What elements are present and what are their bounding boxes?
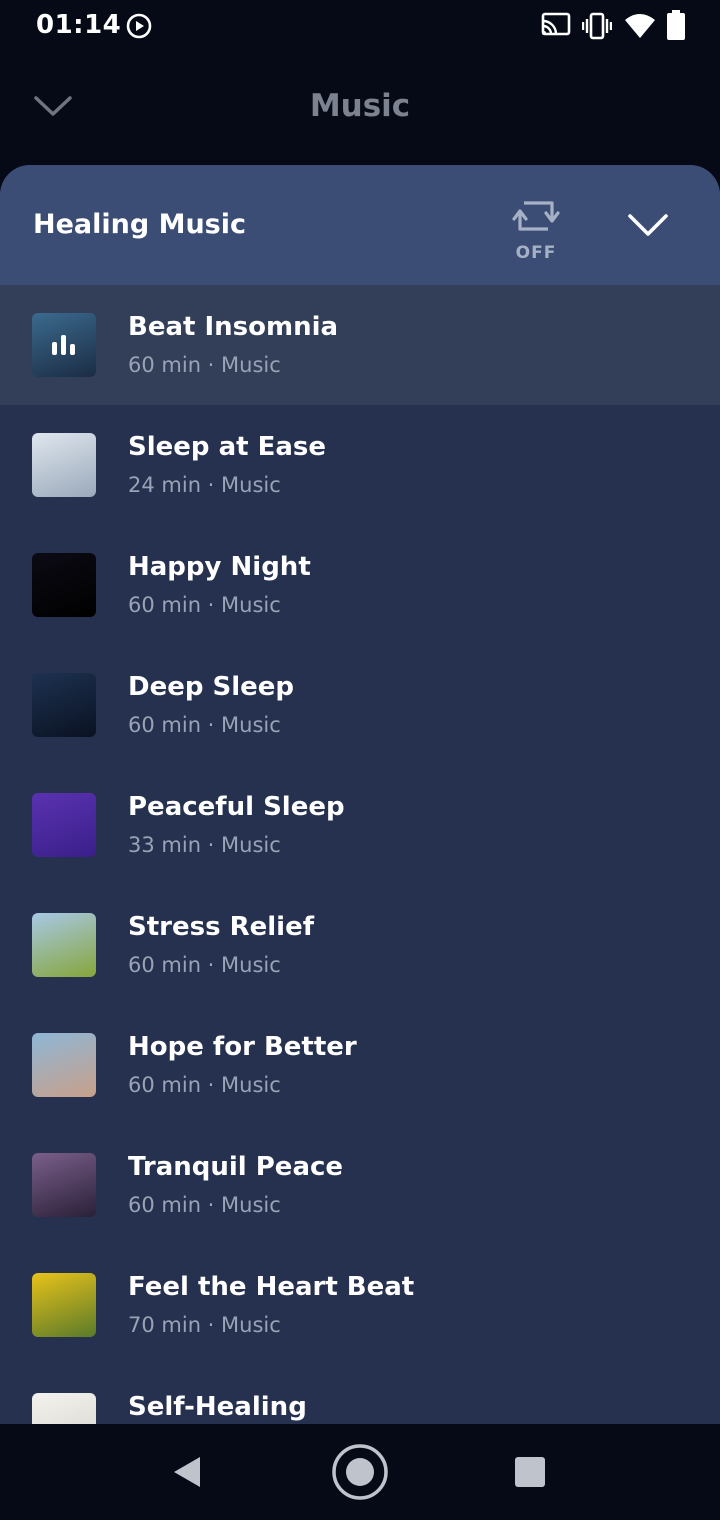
- track-row[interactable]: Hope for Better 60 min · Music: [0, 1005, 720, 1125]
- track-meta: 24 min · Music: [128, 473, 281, 497]
- top-header: Music: [0, 54, 720, 164]
- track-row[interactable]: Stress Relief 60 min · Music: [0, 885, 720, 1005]
- back-triangle-icon[interactable]: [170, 1454, 206, 1490]
- track-list: Beat Insomnia 60 min · Music Sleep at Ease…: [0, 285, 720, 1425]
- track-thumbnail: [32, 553, 96, 617]
- track-meta: 60 min · Music: [128, 353, 281, 377]
- equalizer-icon: [52, 335, 75, 355]
- track-meta: 60 min · Music: [128, 1193, 281, 1217]
- track-meta: 60 min · Music: [128, 713, 281, 737]
- track-meta: 60 min · Music: [128, 1073, 281, 1097]
- track-title: Hope for Better: [128, 1032, 357, 1062]
- track-meta: 60 min · Music: [128, 953, 281, 977]
- track-thumbnail: [32, 313, 96, 377]
- chevron-down-icon[interactable]: [624, 207, 672, 243]
- playlist-title: Healing Music: [33, 209, 247, 240]
- battery-icon: [667, 10, 685, 40]
- playlist-header: Healing Music OFF: [0, 165, 720, 285]
- track-title: Stress Relief: [128, 912, 315, 942]
- track-row[interactable]: Peaceful Sleep 33 min · Music: [0, 765, 720, 885]
- track-row[interactable]: Happy Night 60 min · Music: [0, 525, 720, 645]
- track-meta: 60 min · Music: [128, 593, 281, 617]
- track-thumbnail: [32, 913, 96, 977]
- home-circle-icon[interactable]: [330, 1442, 390, 1502]
- track-row[interactable]: Beat Insomnia 60 min · Music: [0, 285, 720, 405]
- repeat-status-label: OFF: [515, 243, 557, 263]
- track-title: Tranquil Peace: [128, 1152, 344, 1182]
- track-thumbnail: [32, 433, 96, 497]
- track-title: Beat Insomnia: [128, 312, 339, 342]
- track-row[interactable]: Sleep at Ease 24 min · Music: [0, 405, 720, 525]
- status-bar: 01:14: [0, 0, 720, 54]
- track-title: Peaceful Sleep: [128, 792, 345, 822]
- cast-icon: [541, 12, 571, 36]
- system-nav-bar: [0, 1424, 720, 1520]
- recents-square-icon[interactable]: [514, 1456, 546, 1488]
- track-row[interactable]: Self-Healing: [0, 1365, 720, 1425]
- repeat-button[interactable]: OFF: [496, 193, 576, 267]
- track-thumbnail: [32, 1033, 96, 1097]
- page-title: Music: [309, 88, 411, 124]
- track-row[interactable]: Feel the Heart Beat 70 min · Music: [0, 1245, 720, 1365]
- track-thumbnail: [32, 1153, 96, 1217]
- playlist-sheet: Healing Music OFF Beat Insomnia 60 min · …: [0, 165, 720, 1425]
- track-thumbnail: [32, 1393, 96, 1425]
- track-title: Happy Night: [128, 552, 311, 582]
- wifi-icon: [625, 14, 655, 38]
- track-title: Deep Sleep: [128, 672, 295, 702]
- track-row[interactable]: Deep Sleep 60 min · Music: [0, 645, 720, 765]
- track-meta: 70 min · Music: [128, 1313, 281, 1337]
- track-row[interactable]: Tranquil Peace 60 min · Music: [0, 1125, 720, 1245]
- play-circle-icon: [126, 13, 152, 39]
- screen: 01:14 Music Healing Music OFF Beat Insom…: [0, 0, 720, 1520]
- track-thumbnail: [32, 673, 96, 737]
- vibrate-icon: [582, 12, 612, 40]
- track-title: Self-Healing: [128, 1392, 307, 1422]
- repeat-icon: [512, 201, 560, 231]
- track-title: Feel the Heart Beat: [128, 1272, 415, 1302]
- track-thumbnail: [32, 793, 96, 857]
- track-title: Sleep at Ease: [128, 432, 327, 462]
- status-time: 01:14: [36, 10, 122, 40]
- track-thumbnail: [32, 1273, 96, 1337]
- track-meta: 33 min · Music: [128, 833, 281, 857]
